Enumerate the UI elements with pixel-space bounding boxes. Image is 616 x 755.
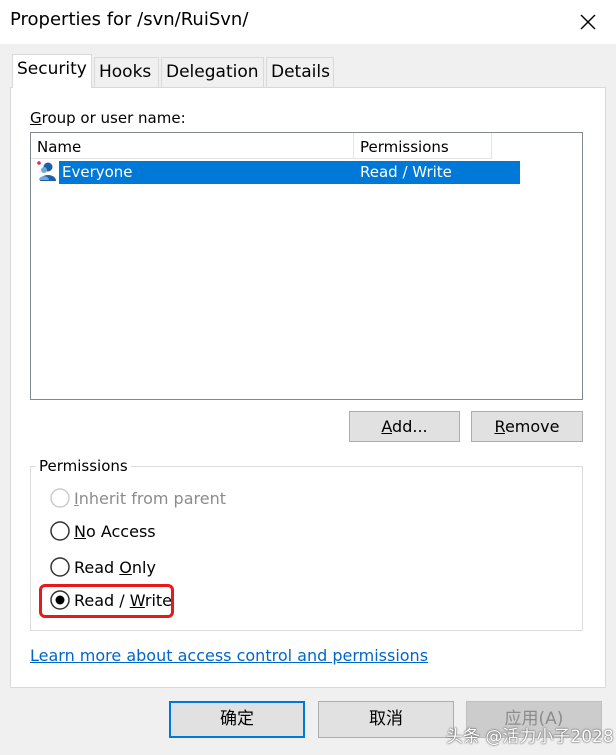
tab-label: Security — [17, 59, 87, 79]
user-list[interactable]: Name Permissions Everyone Read / Write — [30, 132, 583, 400]
radio-inherit-label: Inherit from parent — [74, 489, 226, 508]
column-header-label: Name — [37, 138, 82, 156]
annotation-highlight — [39, 584, 174, 618]
add-button-label: dd... — [392, 417, 428, 436]
window-title: Properties for /svn/RuiSvn/ — [10, 9, 249, 30]
permissions-group-title: Permissions — [36, 457, 131, 475]
ok-button[interactable]: 确定 — [169, 701, 305, 738]
add-button-mnemonic: A — [381, 417, 393, 436]
tab-hooks[interactable]: Hooks — [94, 57, 159, 87]
radio-inherit[interactable] — [49, 487, 71, 509]
column-header-name[interactable]: Name — [31, 133, 354, 159]
title-bar: Properties for /svn/RuiSvn/ — [0, 0, 616, 44]
column-header-permissions[interactable]: Permissions — [354, 133, 492, 159]
tab-label: Delegation — [166, 62, 259, 82]
remove-button[interactable]: Remove — [471, 411, 583, 442]
close-button[interactable] — [574, 8, 602, 36]
group-user-label: Group or user name: — [30, 109, 186, 127]
learn-more-link[interactable]: Learn more about access control and perm… — [30, 646, 428, 665]
cancel-button[interactable]: 取消 — [318, 701, 454, 738]
column-header-label: Permissions — [360, 138, 449, 156]
radio-no-access[interactable] — [49, 520, 71, 542]
user-name: Everyone — [62, 163, 133, 181]
tab-details[interactable]: Details — [266, 57, 334, 87]
radio-read-only[interactable] — [49, 556, 71, 578]
user-permission: Read / Write — [360, 163, 452, 181]
tab-label: Details — [271, 62, 330, 82]
watermark: 头条 @活力小子2028 — [446, 727, 614, 747]
radio-read-only-label: Read Only — [74, 558, 156, 577]
remove-button-mnemonic: R — [494, 417, 505, 436]
list-item[interactable]: Everyone Read / Write — [59, 161, 520, 184]
tab-label: Hooks — [99, 62, 152, 82]
user-group-icon — [37, 161, 56, 181]
close-icon — [580, 14, 596, 30]
tab-security[interactable]: Security — [12, 54, 92, 88]
remove-button-label: emove — [504, 417, 560, 436]
tab-delegation[interactable]: Delegation — [161, 57, 264, 87]
add-button[interactable]: Add... — [349, 411, 460, 442]
radio-no-access-label: No Access — [74, 522, 156, 541]
